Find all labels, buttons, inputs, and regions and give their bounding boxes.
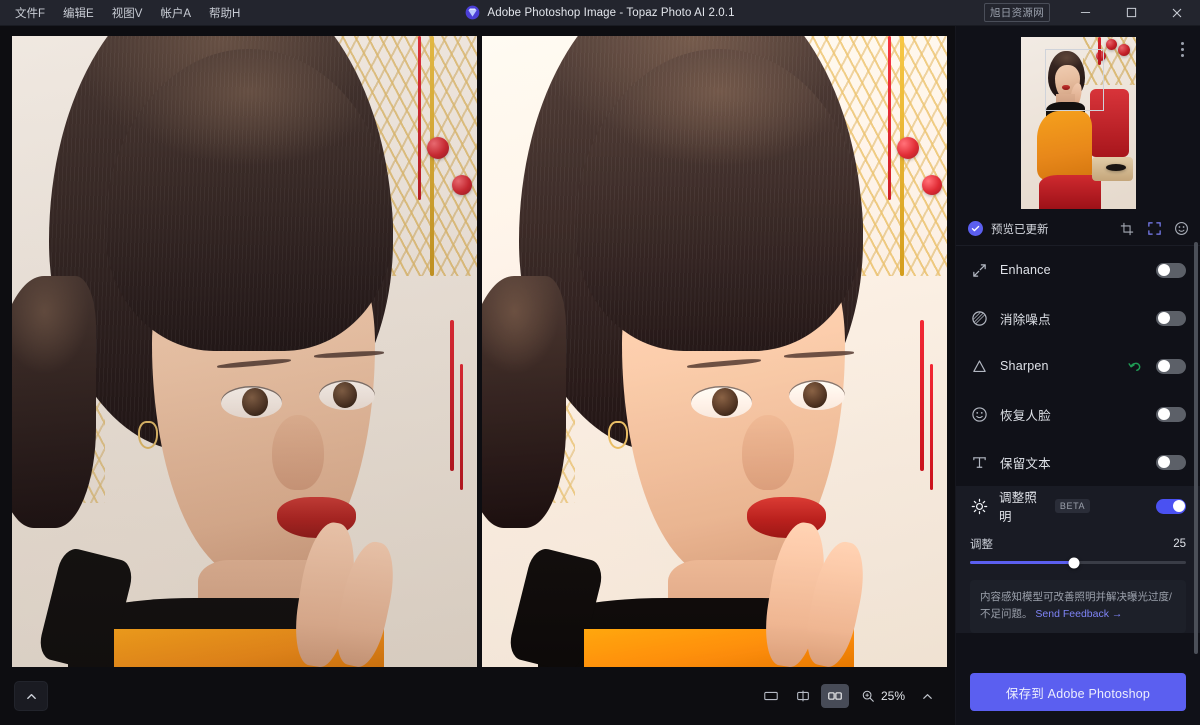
menu-account[interactable]: 帐户A xyxy=(151,0,200,25)
filter-row-enhance[interactable]: Enhance xyxy=(956,246,1200,294)
preview-status-row: 预览已更新 xyxy=(956,212,1200,246)
menu-edit[interactable]: 编辑E xyxy=(54,0,103,25)
filter-toggle-denoise[interactable] xyxy=(1156,310,1186,326)
view-mode-split[interactable] xyxy=(789,684,817,708)
maximize-icon xyxy=(1126,7,1136,18)
split-view-icon xyxy=(797,690,809,702)
filter-toggle-enhance[interactable] xyxy=(1156,262,1186,278)
side-by-side-view-icon xyxy=(828,692,842,700)
maximize-button[interactable] xyxy=(1108,0,1154,26)
filter-row-face-recovery[interactable]: 恢复人脸 xyxy=(956,390,1200,438)
view-tools-group: 25% xyxy=(757,684,939,708)
send-feedback-link[interactable]: Send Feedback → xyxy=(1035,608,1122,620)
sun-brightness-icon xyxy=(970,497,989,516)
filter-row-sharpen[interactable]: Sharpen xyxy=(956,342,1200,390)
menu-file[interactable]: 文件F xyxy=(6,0,54,25)
menu-help[interactable]: 帮助H xyxy=(200,0,249,25)
minimize-icon xyxy=(1080,12,1090,13)
slider-header: 调整 25 xyxy=(970,536,1186,552)
magnifier-icon xyxy=(862,690,874,702)
lighting-label: 调整照明 xyxy=(999,491,1038,524)
title-bar: 文件F 编辑E 视图V 帐户A 帮助H Adobe Photoshop Imag… xyxy=(0,0,1200,26)
check-circle-icon xyxy=(968,221,983,236)
slider-knob[interactable] xyxy=(1068,557,1080,568)
filter-label: 保留文本 xyxy=(1000,456,1051,471)
face-recovery-icon xyxy=(970,405,989,424)
preserve-text-icon xyxy=(970,453,989,472)
thumbnail-area xyxy=(966,34,1190,212)
app-window: 文件F 编辑E 视图V 帐户A 帮助H Adobe Photoshop Imag… xyxy=(0,0,1200,725)
lighting-description: 内容感知模型可改善照明并解决曝光过度/不足问题。 Send Feedback → xyxy=(970,580,1186,633)
filter-label: 恢复人脸 xyxy=(1000,408,1051,423)
filter-label: 消除噪点 xyxy=(1000,312,1051,327)
filter-toggle-preserve-text[interactable] xyxy=(1156,454,1186,470)
lighting-slider-block: 调整 25 xyxy=(956,526,1200,568)
preview-status-text: 预览已更新 xyxy=(991,223,1049,236)
preview-thumbnail[interactable] xyxy=(1020,37,1136,209)
panel-scrollbar[interactable] xyxy=(1194,242,1198,654)
window-controls: 旭日资源网 xyxy=(984,0,1200,25)
filter-toggle-face-recovery[interactable] xyxy=(1156,406,1186,422)
filter-toggle-sharpen[interactable] xyxy=(1156,358,1186,374)
preview-tools xyxy=(1118,220,1190,238)
chevron-up-icon xyxy=(26,693,36,699)
save-to-photoshop-button[interactable]: 保存到 Adobe Photoshop xyxy=(970,673,1186,711)
save-area: 保存到 Adobe Photoshop xyxy=(956,661,1200,725)
chevron-up-icon xyxy=(922,693,932,699)
menu-bar: 文件F 编辑E 视图V 帐户A 帮助H xyxy=(0,0,249,25)
original-image-pane[interactable] xyxy=(12,36,477,667)
enhanced-photo xyxy=(482,36,947,667)
minimize-button[interactable] xyxy=(1062,0,1108,26)
lighting-header[interactable]: 调整照明 BETA xyxy=(956,486,1200,526)
lighting-section: 调整照明 BETA 调整 25 内容感知模型可改善照明并解决曝光过度/不足问题。… xyxy=(956,486,1200,633)
menu-view[interactable]: 视图V xyxy=(103,0,152,25)
filter-list: Enhance 消除噪点 Sharpen 恢复人脸 保留文本 调整照明 BETA… xyxy=(956,246,1200,661)
original-photo xyxy=(12,36,477,667)
filter-row-preserve-text[interactable]: 保留文本 xyxy=(956,438,1200,486)
beta-badge: BETA xyxy=(1054,499,1091,513)
filter-row-denoise[interactable]: 消除噪点 xyxy=(956,294,1200,342)
slider-label: 调整 xyxy=(970,539,993,551)
view-mode-side-by-side[interactable] xyxy=(821,684,849,708)
enhanced-image-pane[interactable] xyxy=(482,36,947,667)
fit-to-screen-icon[interactable] xyxy=(1145,220,1163,238)
right-panel: 预览已更新 Enhance 消除噪点 Sharpen 恢复人脸 保留文本 调整照… xyxy=(955,26,1200,725)
app-body: 25% 预览已更新 Enhance 消除噪点 Sharpen 恢复人脸 保留文本… xyxy=(0,26,1200,725)
face-detect-icon[interactable] xyxy=(1172,220,1190,238)
close-icon xyxy=(1172,8,1182,17)
sharpen-triangle-icon xyxy=(970,357,989,376)
image-comparison-canvas[interactable] xyxy=(12,36,947,667)
zoom-dropdown-button[interactable] xyxy=(915,684,939,708)
lighting-slider[interactable] xyxy=(970,557,1186,568)
crop-icon[interactable] xyxy=(1118,220,1136,238)
zoom-level-value: 25% xyxy=(881,689,906,703)
filter-label: Enhance xyxy=(1000,263,1051,277)
slider-fill xyxy=(970,561,1074,564)
watermark-badge: 旭日资源网 xyxy=(984,3,1050,22)
denoise-circle-icon xyxy=(970,309,989,328)
slider-value: 25 xyxy=(1173,538,1186,550)
filter-label: Sharpen xyxy=(1000,359,1049,373)
undo-icon[interactable] xyxy=(1127,358,1143,374)
single-view-icon xyxy=(764,691,778,701)
face-detection-box xyxy=(1044,49,1105,111)
lighting-toggle[interactable] xyxy=(1156,498,1186,514)
topaz-gem-icon xyxy=(466,5,480,20)
collapse-panel-button[interactable] xyxy=(14,681,48,711)
preview-block xyxy=(956,26,1200,212)
zoom-control[interactable]: 25% xyxy=(861,689,911,703)
enhance-arrows-icon xyxy=(970,261,989,280)
canvas-region: 25% xyxy=(0,26,955,725)
view-mode-single[interactable] xyxy=(757,684,785,708)
close-button[interactable] xyxy=(1154,0,1200,26)
page-title: Adobe Photoshop Image - Topaz Photo AI 2… xyxy=(487,6,735,19)
bottom-toolbar: 25% xyxy=(0,667,955,725)
